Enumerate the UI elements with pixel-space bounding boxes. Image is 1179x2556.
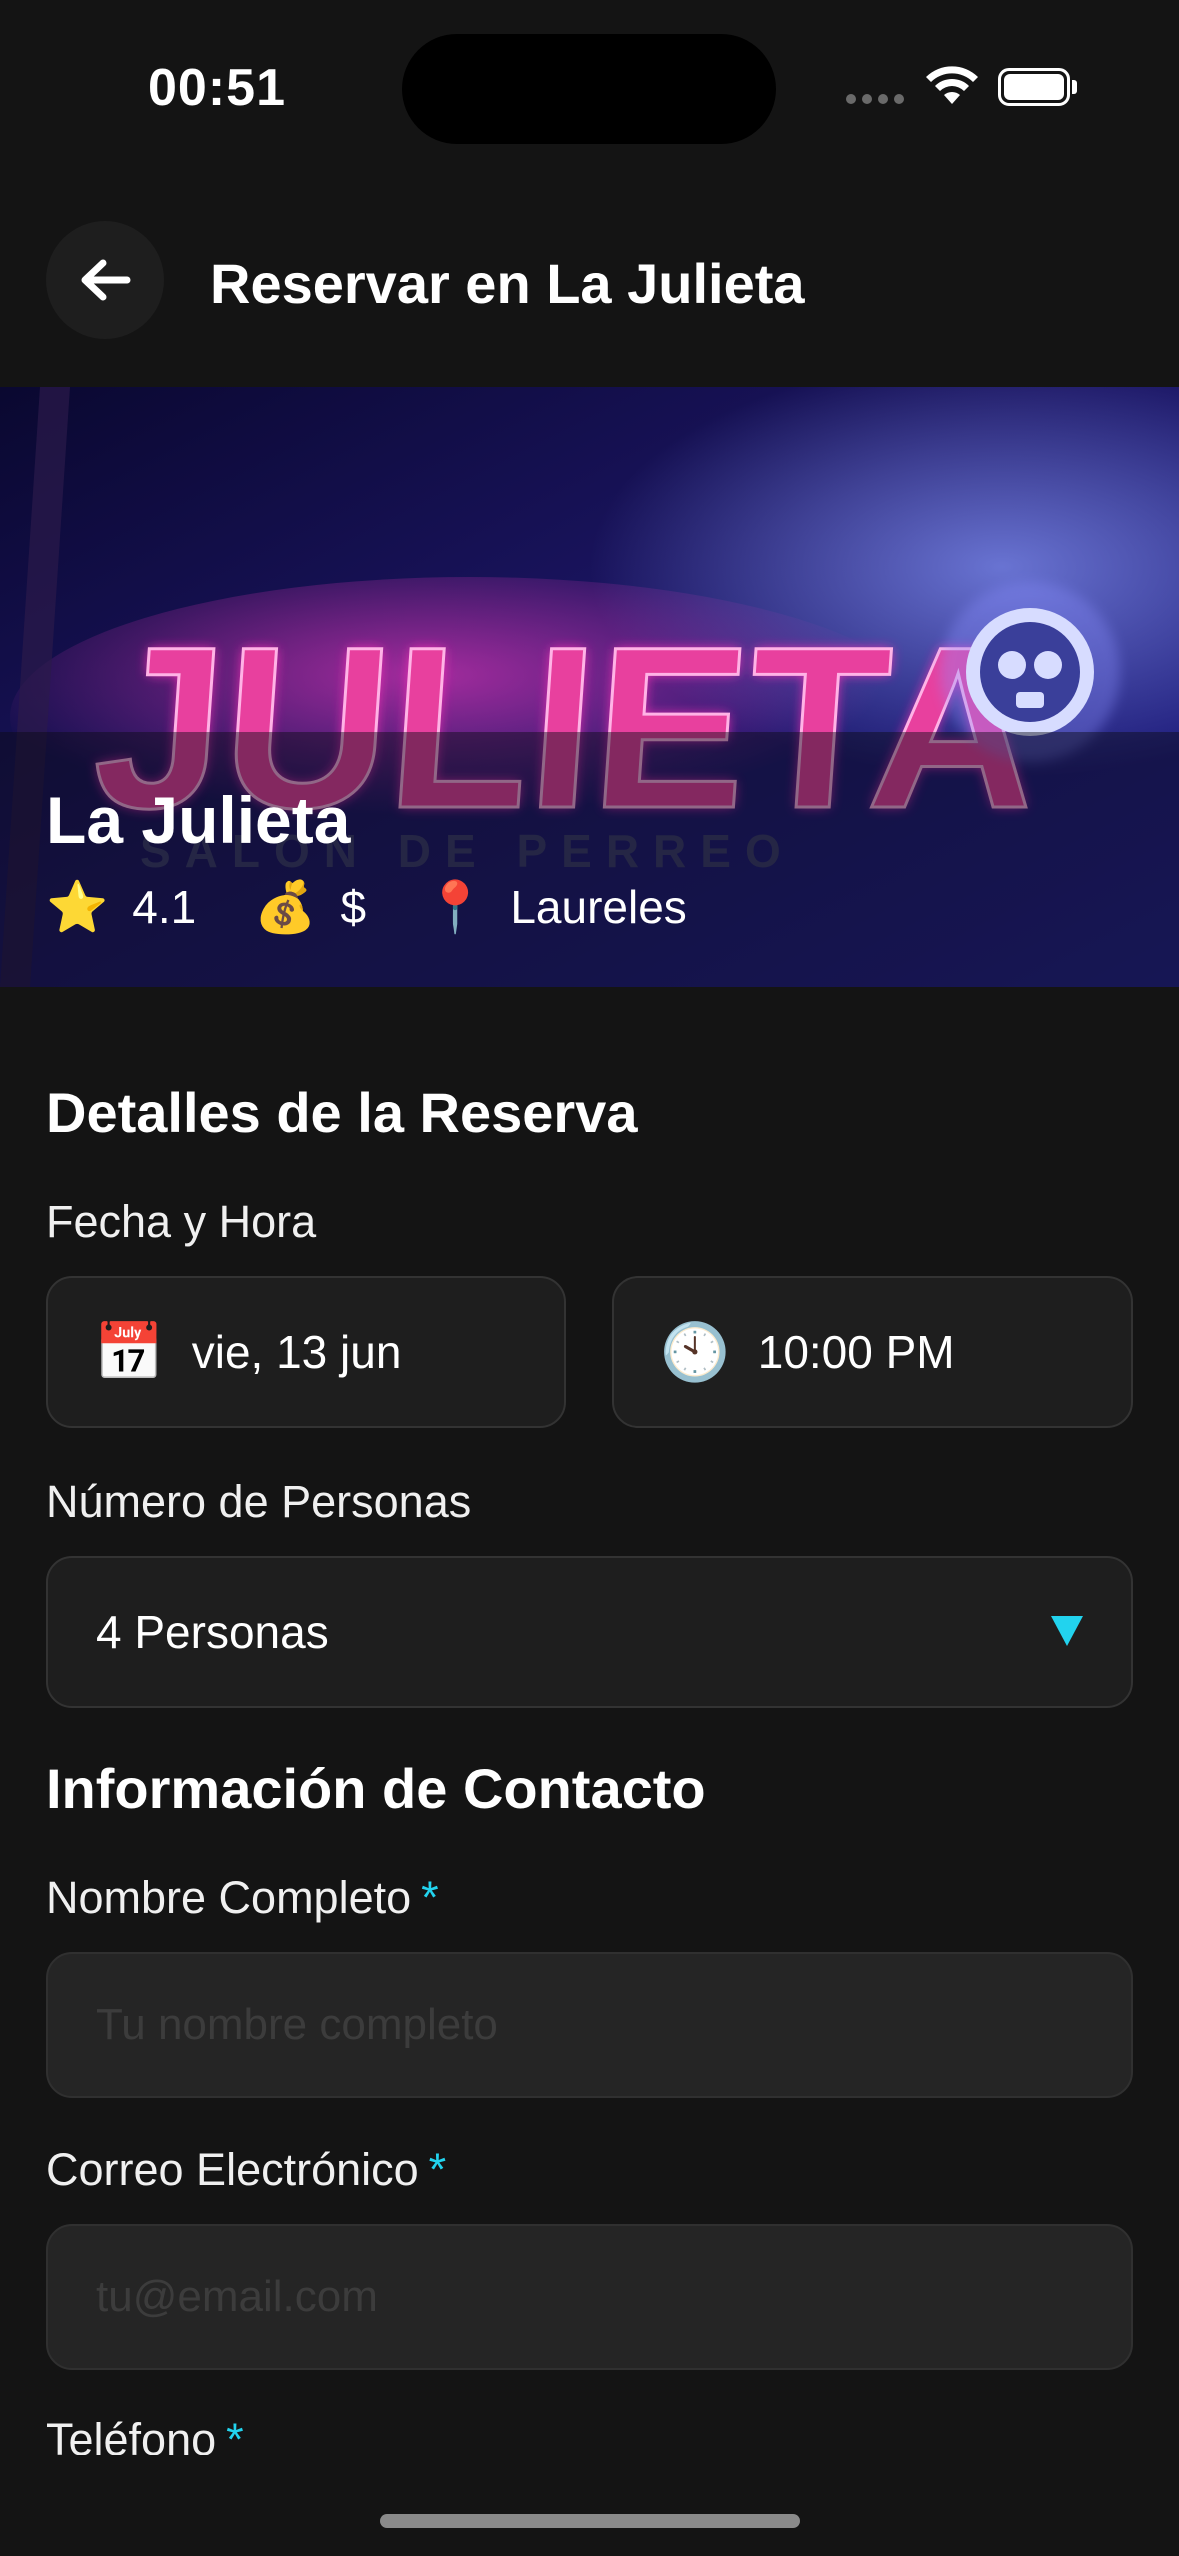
venue-hero-image: JULIETA JULIETA SALON DE PERREO La Julie… (0, 387, 1179, 987)
people-label: Número de Personas (46, 1476, 472, 1527)
status-time: 00:51 (148, 59, 286, 117)
email-label: Correo Electrónico * (46, 2144, 446, 2196)
home-indicator[interactable] (380, 2514, 800, 2528)
rating: ⭐ 4.1 (46, 880, 196, 934)
price-level: 💰 $ (254, 880, 366, 934)
clock-icon: 🕙 (660, 1320, 730, 1383)
wifi-icon (926, 66, 978, 104)
email-field[interactable] (46, 2224, 1133, 2370)
venue-name: La Julieta (46, 783, 351, 857)
screen: 00:51 Reservar en La Julieta JULIETA JUL… (0, 0, 1179, 2556)
date-picker[interactable]: 📅 vie, 13 jun (46, 1276, 566, 1428)
hero-overlay (0, 732, 1179, 987)
dropdown-arrow-icon (1051, 1616, 1083, 1646)
header: Reservar en La Julieta (0, 175, 1179, 387)
rating-value: 4.1 (132, 881, 197, 933)
datetime-label: Fecha y Hora (46, 1196, 317, 1247)
email-label-text: Correo Electrónico (46, 2144, 419, 2195)
required-mark: * (428, 2144, 447, 2195)
back-button[interactable] (46, 221, 164, 339)
people-value: 4 Personas (96, 1606, 329, 1658)
star-icon: ⭐ (46, 879, 109, 935)
money-bag-icon: 💰 (254, 879, 317, 935)
location: 📍 Laureles (424, 880, 687, 934)
name-label-text: Nombre Completo (46, 1872, 412, 1923)
people-select[interactable]: 4 Personas (46, 1556, 1133, 1708)
booking-section-title: Detalles de la Reserva (46, 1081, 638, 1144)
cellular-signal-icon (846, 94, 904, 104)
name-input[interactable] (48, 1954, 1131, 2096)
name-field[interactable] (46, 1952, 1133, 2098)
contact-section-title: Información de Contacto (46, 1757, 706, 1820)
name-label: Nombre Completo * (46, 1872, 439, 1924)
required-mark: * (421, 1872, 439, 1923)
calendar-icon: 📅 (94, 1320, 164, 1383)
page-title: Reservar en La Julieta (210, 252, 805, 315)
location-value: Laureles (510, 881, 687, 933)
dynamic-island (402, 34, 776, 144)
pin-icon: 📍 (424, 879, 487, 935)
venue-meta: ⭐ 4.1 💰 $ 📍 Laureles (46, 880, 745, 934)
status-bar: 00:51 (0, 0, 1179, 175)
battery-icon (998, 68, 1078, 106)
email-input[interactable] (48, 2226, 1131, 2368)
date-value: vie, 13 jun (191, 1326, 402, 1378)
scroll-clip (0, 2455, 1179, 2556)
time-picker[interactable]: 🕙 10:00 PM (612, 1276, 1133, 1428)
price-value: $ (340, 881, 367, 933)
time-value: 10:00 PM (757, 1326, 955, 1378)
arrow-left-icon (81, 259, 131, 301)
